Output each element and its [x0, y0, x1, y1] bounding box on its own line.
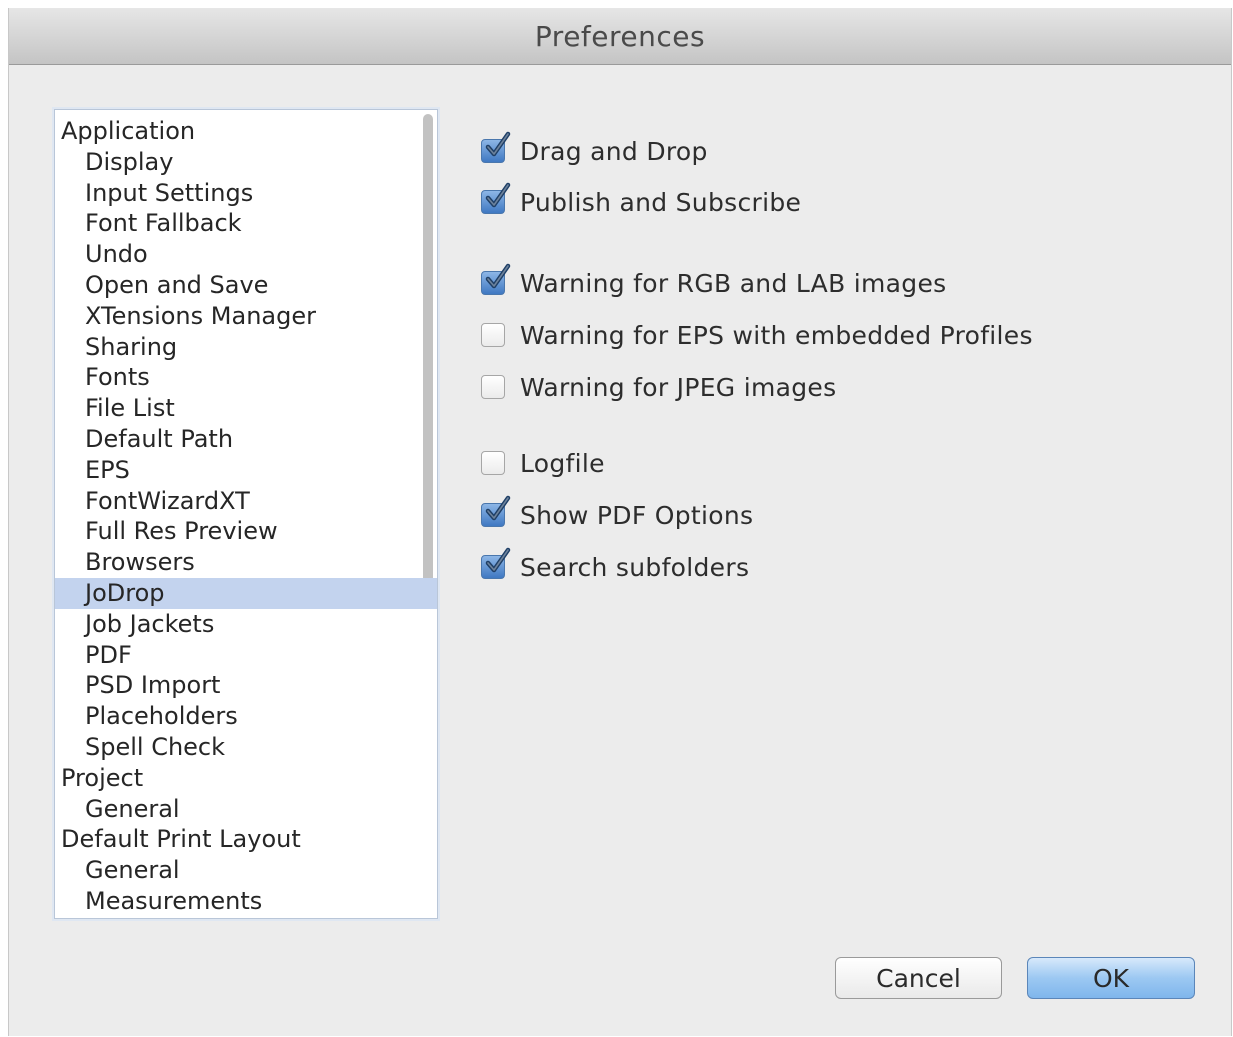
sidebar-item-measurements[interactable]: Measurements	[55, 886, 437, 917]
sidebar-item-default-print-layout[interactable]: Default Print Layout	[55, 824, 419, 855]
option-warning-for-eps-with-embedded-profiles[interactable]: Warning for EPS with embedded Profiles	[481, 318, 1033, 352]
option-publish-and-subscribe[interactable]: Publish and Subscribe	[481, 182, 802, 219]
search-subfolders-checkbox[interactable]	[481, 547, 511, 579]
sidebar-item-input-settings[interactable]: Input Settings	[55, 178, 437, 209]
ok-button-label: OK	[1092, 963, 1130, 993]
sidebar-item-display[interactable]: Display	[55, 147, 437, 178]
sidebar-item-fonts[interactable]: Fonts	[55, 362, 437, 393]
sidebar-item-sharing[interactable]: Sharing	[55, 332, 437, 363]
sidebar-item-jodrop[interactable]: JoDrop	[55, 578, 437, 609]
checkmark-icon	[485, 131, 511, 157]
ok-button[interactable]: OK	[1027, 957, 1195, 999]
option-drag-and-drop[interactable]: Drag and Drop	[481, 131, 708, 168]
sidebar-item-full-res-preview[interactable]: Full Res Preview	[55, 516, 437, 547]
sidebar-item-project[interactable]: Project	[55, 763, 419, 794]
sidebar-item-general[interactable]: General	[55, 794, 437, 825]
sidebar-item-fontwizardxt[interactable]: FontWizardXT	[55, 486, 437, 517]
drag-and-drop-checkbox[interactable]	[481, 131, 511, 163]
checkmark-icon	[485, 547, 511, 573]
sidebar-item-eps[interactable]: EPS	[55, 455, 437, 486]
sidebar-item-xtensions-manager[interactable]: XTensions Manager	[55, 301, 437, 332]
preferences-category-list[interactable]: Application Display Input Settings Font Fal…	[54, 109, 438, 919]
warning-for-eps-with-embedded-profiles-label: Warning for EPS with embedded Profiles	[520, 320, 1033, 350]
option-warning-for-jpeg-images[interactable]: Warning for JPEG images	[481, 370, 836, 404]
sidebar-item-undo[interactable]: Undo	[55, 239, 437, 270]
cancel-button-label: Cancel	[876, 963, 961, 993]
preferences-window: Preferences Application Display Input Sett…	[8, 8, 1232, 1036]
sidebar-item-font-fallback[interactable]: Font Fallback	[55, 208, 437, 239]
option-warning-for-rgb-and-lab-images[interactable]: Warning for RGB and LAB images	[481, 263, 947, 300]
title-bar[interactable]: Preferences	[9, 8, 1231, 65]
sidebar-item-general[interactable]: General	[55, 855, 437, 886]
cancel-button[interactable]: Cancel	[835, 957, 1002, 999]
show-pdf-options-label: Show PDF Options	[520, 500, 754, 530]
option-search-subfolders[interactable]: Search subfolders	[481, 547, 750, 584]
warning-for-jpeg-images-label: Warning for JPEG images	[520, 372, 837, 402]
checkmark-icon	[485, 263, 511, 289]
option-show-pdf-options[interactable]: Show PDF Options	[481, 495, 754, 532]
sidebar-item-default-path[interactable]: Default Path	[55, 424, 437, 455]
publish-and-subscribe-checkbox[interactable]	[481, 182, 511, 214]
publish-and-subscribe-label: Publish and Subscribe	[520, 187, 802, 217]
show-pdf-options-checkbox[interactable]	[481, 495, 511, 527]
sidebar-item-placeholders[interactable]: Placeholders	[55, 701, 437, 732]
warning-for-rgb-and-lab-images-label: Warning for RGB and LAB images	[520, 268, 947, 298]
sidebar-item-file-list[interactable]: File List	[55, 393, 437, 424]
sidebar-item-spell-check[interactable]: Spell Check	[55, 732, 437, 763]
window-title: Preferences	[534, 19, 706, 53]
sidebar-item-pdf[interactable]: PDF	[55, 640, 437, 671]
option-logfile[interactable]: Logfile	[481, 446, 605, 480]
checkmark-icon	[485, 495, 511, 521]
warning-for-jpeg-images-checkbox[interactable]	[481, 375, 505, 399]
sidebar-item-psd-import[interactable]: PSD Import	[55, 670, 437, 701]
search-subfolders-label: Search subfolders	[520, 552, 750, 582]
drag-and-drop-label: Drag and Drop	[520, 136, 708, 166]
logfile-label: Logfile	[520, 448, 605, 478]
checkmark-icon	[485, 182, 511, 208]
sidebar-item-job-jackets[interactable]: Job Jackets	[55, 609, 437, 640]
logfile-checkbox[interactable]	[481, 451, 505, 475]
sidebar-item-open-and-save[interactable]: Open and Save	[55, 270, 437, 301]
warning-for-eps-with-embedded-profiles-checkbox[interactable]	[481, 323, 505, 347]
sidebar-item-application[interactable]: Application	[55, 116, 419, 147]
sidebar-item-browsers[interactable]: Browsers	[55, 547, 437, 578]
warning-for-rgb-and-lab-images-checkbox[interactable]	[481, 263, 511, 295]
